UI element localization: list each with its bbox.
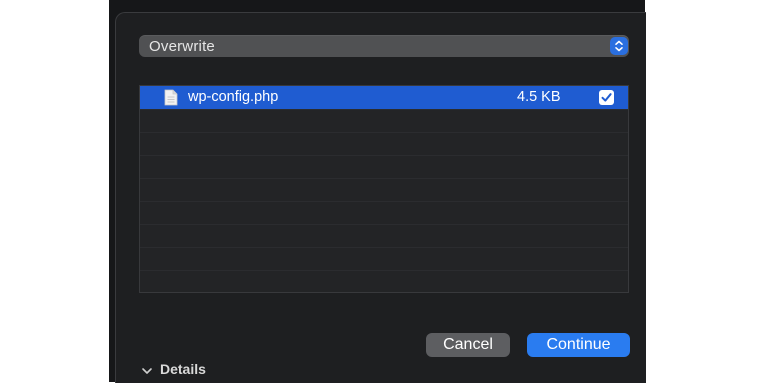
file-name: wp-config.php xyxy=(188,89,279,105)
empty-row xyxy=(140,270,628,293)
document-icon xyxy=(164,89,178,106)
details-label: Details xyxy=(160,361,206,377)
empty-row xyxy=(140,109,628,132)
empty-row xyxy=(140,247,628,270)
cancel-button[interactable]: Cancel xyxy=(426,333,510,357)
up-down-chevron-icon xyxy=(610,37,628,55)
conflict-action-select[interactable]: Overwrite xyxy=(139,35,629,57)
empty-row xyxy=(140,178,628,201)
continue-button[interactable]: Continue xyxy=(527,333,630,357)
file-checkbox[interactable] xyxy=(599,90,614,105)
file-row[interactable]: wp-config.php 4.5 KB xyxy=(140,86,628,109)
file-list: wp-config.php 4.5 KB xyxy=(139,85,629,293)
chevron-down-icon xyxy=(141,364,153,376)
empty-row xyxy=(140,201,628,224)
replace-file-dialog: Overwrite wp-config.php 4.5 KB Cancel Co… xyxy=(115,12,646,383)
empty-row xyxy=(140,155,628,178)
conflict-action-value: Overwrite xyxy=(149,38,215,55)
empty-row xyxy=(140,224,628,247)
file-size: 4.5 KB xyxy=(517,89,561,105)
empty-row xyxy=(140,132,628,155)
